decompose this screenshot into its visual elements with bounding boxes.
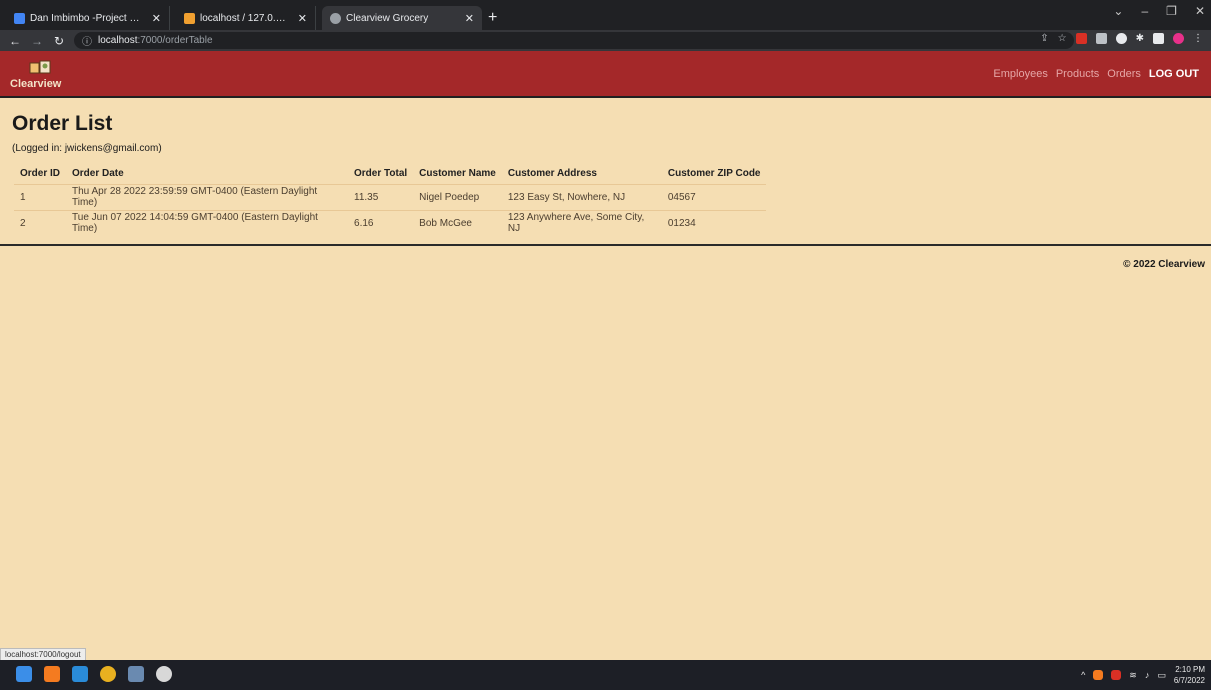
clock[interactable]: 2:10 PM 6/7/2022 bbox=[1174, 664, 1205, 686]
taskbar-apps bbox=[16, 666, 172, 682]
page-title: Order List bbox=[12, 112, 113, 135]
copyright: © 2022 Clearview bbox=[1123, 259, 1205, 270]
logged-in-text: (Logged in: jwickens@gmail.com) bbox=[12, 143, 162, 154]
col-customer-name: Customer Name bbox=[419, 168, 496, 180]
tray-app-icon[interactable] bbox=[1111, 670, 1122, 680]
cell-customer-zip: 01234 bbox=[661, 209, 767, 236]
restore-icon[interactable]: ❐ bbox=[1166, 4, 1177, 18]
col-customer-address: Customer Address bbox=[507, 168, 597, 180]
browser-tab-2[interactable]: localhost / 127.0.0.1 / clearviewd ✕ bbox=[176, 6, 316, 30]
chrome-icon[interactable] bbox=[100, 666, 116, 682]
tab-title: Clearview Grocery bbox=[346, 12, 429, 24]
file-explorer-icon[interactable] bbox=[128, 666, 144, 682]
window-controls: ⌄ – ❐ ✕ bbox=[1113, 4, 1205, 18]
url-path: :7000/orderTable bbox=[137, 35, 213, 46]
profile-avatar[interactable] bbox=[1173, 33, 1184, 44]
sidebar-icon[interactable] bbox=[1153, 33, 1164, 44]
tab-title: Dan Imbimbo -Project 1- Report bbox=[30, 12, 144, 24]
nav-products[interactable]: Products bbox=[1056, 68, 1099, 80]
back-icon[interactable]: ← bbox=[8, 34, 22, 48]
logo-icon bbox=[29, 60, 51, 74]
globe-icon bbox=[330, 12, 341, 24]
url-bar[interactable]: ⓘ localhost:7000/orderTable bbox=[74, 32, 1074, 49]
close-icon[interactable]: ✕ bbox=[152, 12, 161, 25]
cell-order-total: 11.35 bbox=[348, 183, 414, 210]
cell-customer-address: 123 Easy St, Nowhere, NJ bbox=[501, 183, 662, 210]
col-customer-zip: Customer ZIP Code bbox=[667, 168, 761, 180]
address-toolbar: ← → ↻ ⓘ localhost:7000/orderTable ⇪ ☆ ✱ … bbox=[0, 30, 1211, 51]
logo-text: Clearview bbox=[10, 78, 62, 90]
new-tab-button[interactable]: + bbox=[488, 6, 497, 30]
xampp-icon[interactable] bbox=[44, 666, 60, 682]
phpmyadmin-icon bbox=[184, 12, 195, 24]
close-icon[interactable]: ✕ bbox=[465, 12, 474, 25]
extension-icon[interactable] bbox=[1115, 33, 1127, 44]
col-order-id: Order ID bbox=[20, 168, 61, 180]
col-order-date: Order Date bbox=[72, 168, 124, 180]
cell-customer-name: Nigel Poedep bbox=[413, 183, 502, 210]
taskbar: ^ ≋ ♪ ▭ 2:10 PM 6/7/2022 bbox=[0, 660, 1211, 690]
browser-tab-strip: Dan Imbimbo -Project 1- Report ✕ localho… bbox=[0, 0, 1211, 30]
table-row: 2 Tue Jun 07 2022 14:04:59 GMT-0400 (Eas… bbox=[14, 209, 767, 236]
cell-order-total: 6.16 bbox=[348, 209, 414, 236]
table-row: 1 Thu Apr 28 2022 23:59:59 GMT-0400 (Eas… bbox=[14, 183, 767, 210]
cell-order-id: 1 bbox=[14, 183, 67, 210]
extension-icon[interactable] bbox=[1075, 33, 1087, 44]
logout-link[interactable]: LOG OUT bbox=[1149, 68, 1199, 80]
clock-time: 2:10 PM bbox=[1175, 665, 1205, 674]
table-header-row: Order ID Order Date Order Total Customer… bbox=[14, 164, 766, 184]
clock-date: 6/7/2022 bbox=[1173, 676, 1205, 685]
browser-tab-3[interactable]: Clearview Grocery ✕ bbox=[322, 6, 482, 30]
forward-icon[interactable]: → bbox=[30, 34, 44, 48]
docs-icon bbox=[14, 12, 25, 24]
chevron-up-icon[interactable]: ^ bbox=[1081, 670, 1085, 680]
tab-title: localhost / 127.0.0.1 / clearviewd bbox=[200, 12, 290, 24]
star-icon[interactable]: ☆ bbox=[1058, 33, 1067, 44]
vscode-icon[interactable] bbox=[72, 666, 88, 682]
url-host: localhost bbox=[98, 35, 138, 46]
system-tray: ^ ≋ ♪ ▭ 2:10 PM 6/7/2022 bbox=[1081, 664, 1205, 686]
extensions-area: ⇪ ☆ ✱ ⋮ bbox=[1040, 33, 1203, 44]
wifi-icon[interactable]: ≋ bbox=[1129, 670, 1137, 681]
cell-order-date: Tue Jun 07 2022 14:04:59 GMT-0400 (Easte… bbox=[66, 209, 349, 236]
share-icon[interactable]: ⇪ bbox=[1040, 33, 1048, 44]
volume-icon[interactable]: ♪ bbox=[1145, 670, 1150, 680]
col-order-total: Order Total bbox=[354, 168, 408, 180]
app-icon[interactable] bbox=[156, 666, 172, 682]
cell-order-date: Thu Apr 28 2022 23:59:59 GMT-0400 (Easte… bbox=[66, 183, 349, 210]
orders-table: Order ID Order Date Order Total Customer… bbox=[14, 164, 767, 236]
footer-divider bbox=[0, 244, 1211, 246]
close-icon[interactable]: ✕ bbox=[298, 12, 307, 25]
cell-order-id: 2 bbox=[14, 209, 67, 236]
cell-customer-zip: 04567 bbox=[661, 183, 767, 210]
puzzle-icon[interactable]: ✱ bbox=[1136, 33, 1144, 44]
logo[interactable]: Clearview bbox=[10, 59, 70, 91]
info-icon[interactable]: ⓘ bbox=[82, 33, 92, 48]
app-header: Clearview Employees Products Orders LOG … bbox=[0, 51, 1211, 98]
nav-employees[interactable]: Employees bbox=[993, 68, 1047, 80]
menu-icon[interactable]: ⋮ bbox=[1193, 33, 1203, 44]
reload-icon[interactable]: ↻ bbox=[52, 34, 66, 48]
windows-start-icon[interactable] bbox=[16, 666, 32, 682]
cell-customer-address: 123 Anywhere Ave, Some City, NJ bbox=[501, 209, 662, 236]
minimize-icon[interactable]: – bbox=[1141, 4, 1148, 18]
close-window-icon[interactable]: ✕ bbox=[1195, 4, 1205, 18]
cell-customer-name: Bob McGee bbox=[413, 209, 502, 236]
battery-icon[interactable]: ▭ bbox=[1157, 670, 1166, 681]
tray-app-icon[interactable] bbox=[1093, 670, 1104, 680]
chevron-down-icon[interactable]: ⌄ bbox=[1113, 4, 1123, 18]
browser-tab-1[interactable]: Dan Imbimbo -Project 1- Report ✕ bbox=[6, 6, 170, 30]
nav-orders[interactable]: Orders bbox=[1107, 68, 1141, 80]
main-nav: Employees Products Orders LOG OUT bbox=[993, 68, 1199, 80]
extension-icon[interactable] bbox=[1095, 33, 1107, 44]
main-content: Order List (Logged in: jwickens@gmail.co… bbox=[12, 112, 162, 154]
